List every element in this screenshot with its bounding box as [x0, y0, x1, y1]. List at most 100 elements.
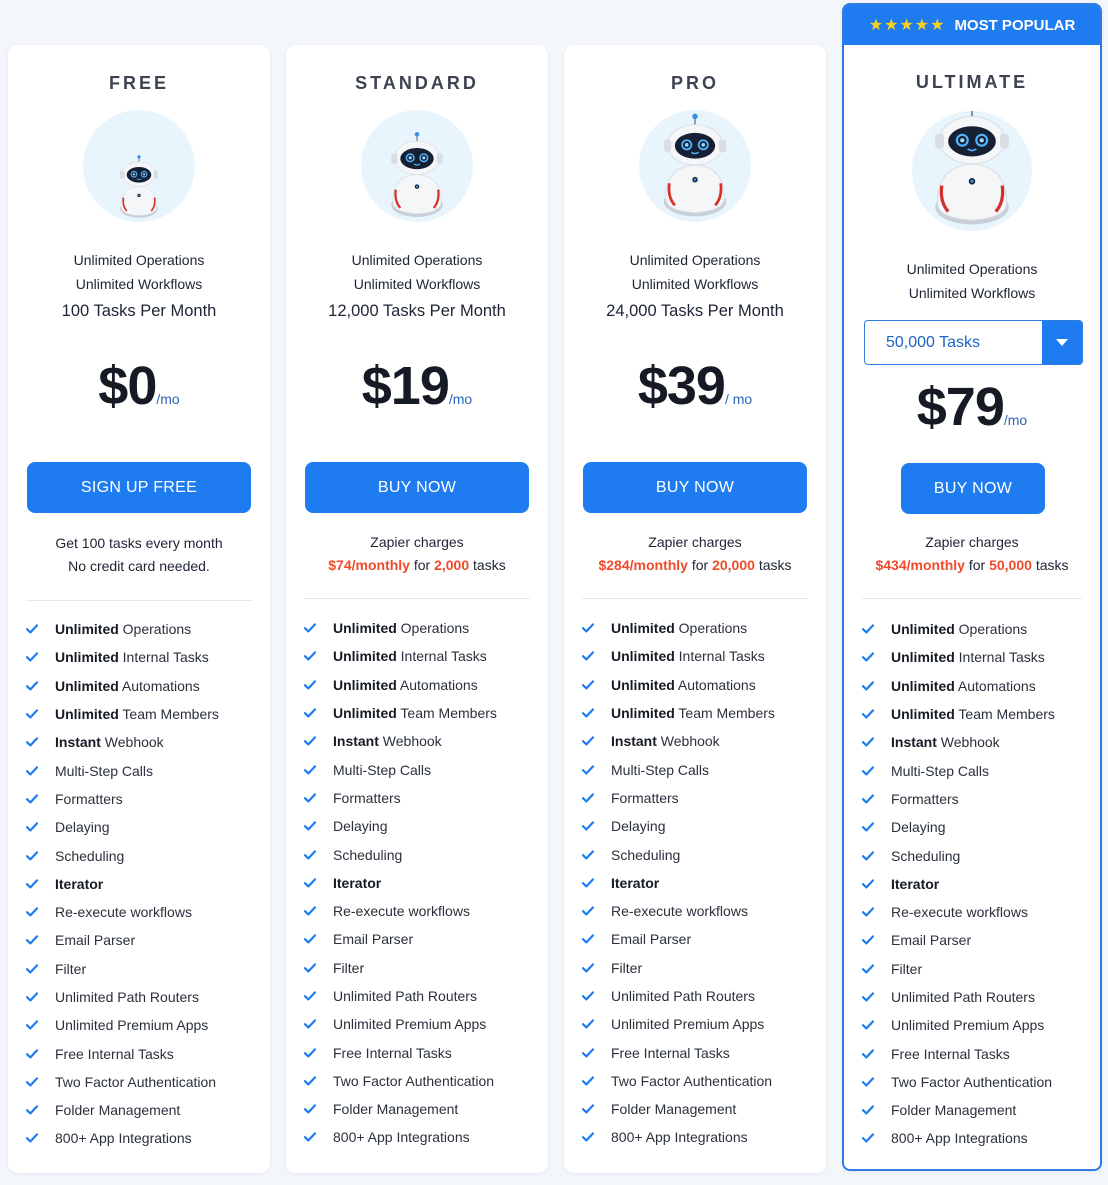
feature-label: Email Parser: [611, 931, 691, 947]
feature-item: Iterator: [26, 870, 264, 898]
feature-item: Instant Webhook: [582, 727, 820, 755]
plan-card-free: FREE Unlimited Operations Unlimited Work…: [8, 45, 270, 1173]
badge-label: MOST POPULAR: [954, 16, 1076, 34]
note-for: for: [691, 557, 709, 573]
feature-text: Filter: [611, 959, 643, 976]
feature-text: Unlimited Premium Apps: [333, 1016, 487, 1033]
checkmark-icon: [26, 1105, 38, 1115]
price-period: /mo: [448, 391, 473, 407]
feature-label: Free Internal Tasks: [611, 1045, 730, 1061]
checkmark-icon: [582, 849, 594, 860]
note-line-2: $74/monthly for 2,000 tasks: [286, 554, 548, 577]
plan-name: PRO: [670, 73, 719, 93]
feature-text: Two Factor Authentication: [611, 1072, 773, 1089]
feature-emphasis: Iterator: [55, 875, 104, 892]
price-period: / mo: [724, 391, 753, 407]
feature-text: Free Internal Tasks: [333, 1044, 452, 1061]
checkmark-icon: [304, 708, 316, 718]
feature-label: Folder Management: [891, 1102, 1016, 1118]
checkmark-icon: [862, 907, 874, 917]
note-for: for: [413, 557, 431, 573]
feature-text: Multi-Step Calls: [55, 762, 154, 779]
feature-emphasis: Unlimited: [55, 621, 119, 638]
checkmark-icon: [862, 765, 874, 776]
feature-item: Scheduling: [862, 841, 1094, 869]
feature-text: Formatters: [611, 789, 679, 806]
checkmark-icon: [862, 1020, 874, 1030]
feature-emphasis: Iterator: [891, 875, 940, 892]
feature-item: Unlimited Premium Apps: [862, 1011, 1094, 1039]
feature-label: Filter: [333, 960, 364, 976]
feature-text: Internal Tasks: [396, 648, 487, 665]
competitor-price: $284/monthly: [598, 557, 688, 573]
checkmark-icon: [862, 1048, 874, 1059]
checkmark-icon: [304, 1047, 316, 1058]
buy-now-button[interactable]: BUY NOW: [583, 462, 807, 513]
price-amount: $39: [637, 356, 726, 416]
checkmark-icon: [304, 963, 316, 973]
feature-label: Two Factor Authentication: [891, 1074, 1052, 1090]
feature-label: Email Parser: [891, 932, 971, 948]
feature-item: Formatters: [582, 784, 820, 812]
task-tier-select[interactable]: 50,000 Tasks: [864, 320, 1083, 365]
feature-text: Webhook: [936, 734, 1000, 751]
feature-label: Scheduling: [891, 848, 960, 864]
feature-emphasis: Unlimited: [891, 621, 955, 638]
plan-name: ULTIMATE: [915, 72, 1029, 92]
checkmark-icon: [26, 1133, 38, 1143]
feature-item: Re-execute workflows: [862, 898, 1094, 926]
feature-label: Instant Webhook: [891, 734, 1000, 750]
feature-label: Unlimited Internal Tasks: [891, 649, 1045, 665]
feature-emphasis: Unlimited: [891, 706, 955, 723]
avatar: [912, 111, 1032, 231]
price: $0/mo: [8, 355, 270, 417]
feature-item: 800+ App Integrations: [304, 1123, 542, 1151]
feature-label: Two Factor Authentication: [333, 1073, 494, 1089]
sign-up-free-button[interactable]: SIGN UP FREE: [27, 462, 251, 513]
workflows-line: Unlimited Workflows: [631, 276, 759, 292]
feature-text: Email Parser: [333, 931, 414, 948]
buy-now-button[interactable]: BUY NOW: [305, 462, 529, 513]
feature-item: Unlimited Internal Tasks: [582, 642, 820, 670]
feature-label: Unlimited Path Routers: [891, 989, 1035, 1005]
checkmark-icon: [26, 850, 38, 861]
feature-item: Unlimited Path Routers: [26, 983, 264, 1011]
feature-label: Multi-Step Calls: [333, 762, 431, 778]
note-line-1: Zapier charges: [370, 534, 464, 550]
star-rating-icon: ★★★★★: [868, 17, 946, 34]
checkmark-icon: [26, 624, 38, 634]
buy-now-button[interactable]: BUY NOW: [901, 463, 1045, 514]
feature-label: 800+ App Integrations: [891, 1130, 1028, 1146]
feature-label: Free Internal Tasks: [891, 1046, 1010, 1062]
tasks-per-month: 100 Tasks Per Month: [61, 302, 217, 320]
feature-item: Folder Management: [582, 1095, 820, 1123]
checkmark-icon: [304, 793, 316, 803]
feature-label: Unlimited Automations: [55, 678, 200, 694]
checkmark-icon: [26, 935, 38, 945]
feature-item: Unlimited Internal Tasks: [304, 642, 542, 670]
feature-item: Multi-Step Calls: [26, 756, 264, 784]
avatar: [361, 110, 473, 222]
feature-text: Two Factor Authentication: [333, 1072, 495, 1089]
tasks-per-month: 24,000 Tasks Per Month: [606, 302, 784, 320]
checkmark-icon: [304, 736, 316, 746]
checkmark-icon: [862, 850, 874, 861]
chevron-down-icon[interactable]: [1042, 321, 1082, 364]
feature-text: 800+ App Integrations: [611, 1129, 748, 1146]
feature-text: 800+ App Integrations: [333, 1129, 470, 1146]
feature-text: Operations: [118, 621, 192, 638]
note-line-2: $434/monthly for 50,000 tasks: [844, 554, 1100, 577]
feature-text: Scheduling: [333, 846, 403, 863]
feature-text: Filter: [333, 959, 365, 976]
feature-emphasis: Unlimited: [611, 676, 675, 693]
note-for: for: [968, 557, 986, 573]
checkmark-icon: [304, 1076, 316, 1086]
price-amount: $0: [98, 356, 157, 416]
feature-emphasis: Unlimited: [55, 649, 119, 666]
feature-text: Multi-Step Calls: [891, 762, 990, 779]
feature-text: Team Members: [396, 705, 497, 722]
feature-emphasis: Unlimited: [55, 677, 119, 694]
price-amount: $79: [916, 377, 1005, 437]
feature-label: Scheduling: [611, 847, 680, 863]
feature-label: Delaying: [333, 818, 387, 834]
